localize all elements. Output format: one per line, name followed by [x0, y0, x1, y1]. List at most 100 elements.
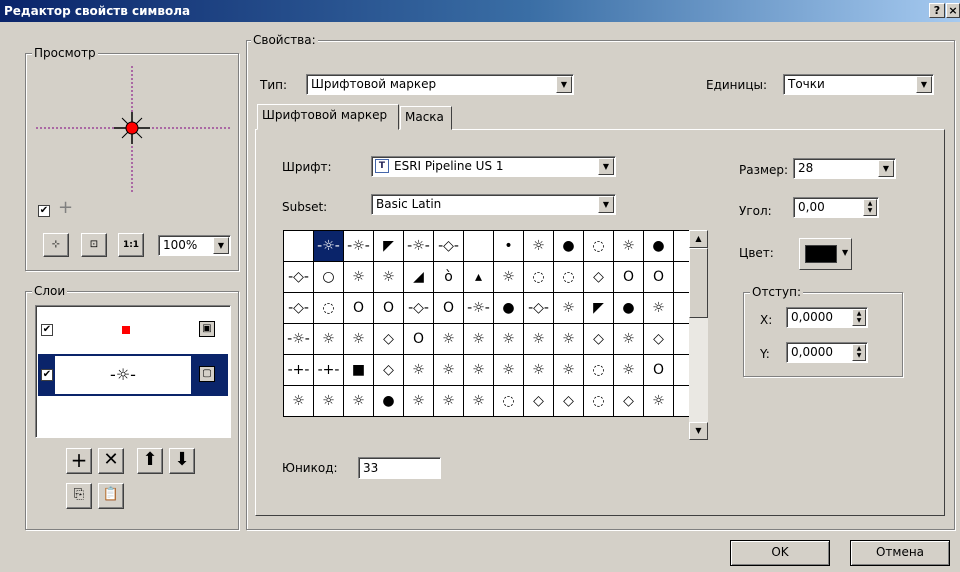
glyph-cell[interactable]: ☼	[554, 293, 583, 323]
glyph-cell[interactable]: O	[614, 262, 643, 292]
paste-icon[interactable]: 📋	[98, 483, 124, 509]
units-select[interactable]: Точки ▼	[783, 74, 934, 95]
zoom-out-icon[interactable]: ⊡	[81, 233, 107, 257]
glyph-cell[interactable]: ☼	[614, 231, 643, 261]
lock-icon[interactable]: ▣	[199, 321, 215, 337]
glyph-cell[interactable]: ◤	[584, 293, 613, 323]
glyph-cell[interactable]: ☼	[524, 324, 553, 354]
size-select[interactable]: 28 ▼	[793, 158, 896, 179]
preview-checkbox[interactable]: ✔	[38, 205, 50, 217]
unlock-icon[interactable]: ▢	[199, 366, 215, 382]
glyph-cell[interactable]: ◇	[584, 262, 613, 292]
glyph-cell[interactable]: ☼	[284, 386, 313, 416]
glyph-cell[interactable]: ☼	[554, 324, 583, 354]
glyph-cell[interactable]: ☼	[644, 386, 673, 416]
actual-size-icon[interactable]: 1:1	[118, 233, 144, 257]
glyph-cell[interactable]: O	[644, 355, 673, 385]
glyph-cell[interactable]: ▴	[464, 262, 493, 292]
glyph-cell[interactable]: -☼-	[314, 231, 343, 261]
move-down-icon[interactable]: ⬇	[169, 448, 195, 474]
font-select[interactable]: T ESRI Pipeline US 1 ▼	[371, 156, 616, 177]
glyph-cell[interactable]: ☼	[464, 386, 493, 416]
glyph-cell[interactable]: ◢	[404, 262, 433, 292]
ok-button[interactable]: OK	[730, 540, 830, 566]
glyph-cell[interactable]: -◇-	[404, 293, 433, 323]
glyph-cell[interactable]: ◇	[524, 386, 553, 416]
glyph-cell[interactable]: ◌	[494, 386, 523, 416]
glyph-cell[interactable]: ☼	[434, 386, 463, 416]
type-select[interactable]: Шрифтовой маркер ▼	[306, 74, 574, 95]
glyph-cell[interactable]: •	[494, 231, 523, 261]
glyph-cell[interactable]: ◌	[314, 293, 343, 323]
glyph-cell[interactable]: ●	[644, 231, 673, 261]
glyph-cell[interactable]: ◇	[374, 324, 403, 354]
glyph-cell[interactable]: ●	[554, 231, 583, 261]
glyph-cell[interactable]: ò	[434, 262, 463, 292]
glyph-cell[interactable]: ●	[374, 386, 403, 416]
glyph-cell[interactable]: -☼-	[404, 231, 433, 261]
glyph-cell[interactable]: ☼	[524, 231, 553, 261]
glyph-cell[interactable]: ☼	[464, 324, 493, 354]
glyph-cell[interactable]: ☼	[344, 386, 373, 416]
glyph-cell[interactable]: ◌	[554, 262, 583, 292]
tab-mask[interactable]: Маска	[400, 106, 452, 130]
layer-visible-checkbox[interactable]: ✔	[41, 324, 53, 336]
spinner-icon[interactable]: ▲ ▼	[852, 344, 866, 361]
glyph-cell[interactable]: ■	[344, 355, 373, 385]
scroll-down-icon[interactable]: ▼	[689, 422, 708, 440]
chevron-down-icon[interactable]: ▼	[878, 160, 894, 177]
spinner-icon[interactable]: ▲ ▼	[852, 309, 866, 326]
help-button[interactable]: ?	[929, 3, 945, 18]
delete-layer-icon[interactable]: ✕	[98, 448, 124, 474]
glyph-cell[interactable]: ◇	[584, 324, 613, 354]
glyph-cell[interactable]: O	[404, 324, 433, 354]
layer-visible-checkbox[interactable]: ✔	[41, 369, 53, 381]
glyph-cell[interactable]: ☼	[374, 262, 403, 292]
glyph-cell[interactable]: -◇-	[524, 293, 553, 323]
angle-field[interactable]: 0,00 ▲ ▼	[793, 197, 879, 218]
glyph-cell[interactable]: ☼	[314, 324, 343, 354]
glyph-cell[interactable]: ◌	[584, 355, 613, 385]
glyph-cell[interactable]: ◌	[524, 262, 553, 292]
scroll-thumb[interactable]	[689, 248, 708, 318]
glyph-cell[interactable]: ☼	[494, 355, 523, 385]
subset-select[interactable]: Basic Latin ▼	[371, 194, 616, 215]
glyph-cell[interactable]: ☼	[614, 324, 643, 354]
glyph-cell[interactable]: -+-	[284, 355, 313, 385]
glyph-cell[interactable]: O	[344, 293, 373, 323]
glyph-cell[interactable]: ●	[494, 293, 523, 323]
glyph-cell[interactable]: ☼	[494, 324, 523, 354]
glyph-cell[interactable]: O	[374, 293, 403, 323]
glyph-cell[interactable]: ○	[314, 262, 343, 292]
scroll-up-icon[interactable]: ▲	[689, 230, 708, 248]
glyph-cell[interactable]: ☼	[464, 355, 493, 385]
chevron-down-icon[interactable]: ▼	[598, 158, 614, 175]
glyph-cell[interactable]: ☼	[344, 324, 373, 354]
layer-row[interactable]: ✔ ▣	[38, 310, 228, 350]
glyph-cell[interactable]: -☼-	[344, 231, 373, 261]
glyph-cell[interactable]: ☼	[554, 355, 583, 385]
cancel-button[interactable]: Отмена	[850, 540, 950, 566]
glyph-cell[interactable]: -◇-	[434, 231, 463, 261]
glyph-cell[interactable]: O	[644, 262, 673, 292]
glyph-cell[interactable]: ☼	[344, 262, 373, 292]
close-button[interactable]: ×	[946, 3, 960, 18]
glyph-cell[interactable]: ●	[614, 293, 643, 323]
unicode-field[interactable]: 33	[358, 457, 441, 479]
glyph-cell[interactable]: -☼-	[464, 293, 493, 323]
move-up-icon[interactable]: ⬆	[137, 448, 163, 474]
layer-row-selected[interactable]: ✔ -☼- ▢	[38, 354, 228, 396]
glyph-cell[interactable]: ☼	[524, 355, 553, 385]
x-offset-field[interactable]: 0,0000 ▲ ▼	[786, 307, 868, 328]
chevron-down-icon[interactable]: ▼	[556, 76, 572, 93]
zoom-select[interactable]: 100% ▼	[158, 235, 231, 256]
glyph-cell[interactable]	[284, 231, 313, 261]
glyph-cell[interactable]: ◇	[554, 386, 583, 416]
glyph-cell[interactable]: ◌	[584, 386, 613, 416]
glyph-scrollbar[interactable]: ▲ ▼	[689, 230, 708, 440]
glyph-cell[interactable]: ☼	[434, 355, 463, 385]
glyph-cell[interactable]: ☼	[434, 324, 463, 354]
chevron-down-icon[interactable]: ▼	[916, 76, 932, 93]
glyph-cell[interactable]: ◇	[374, 355, 403, 385]
glyph-cell[interactable]: ☼	[404, 355, 433, 385]
